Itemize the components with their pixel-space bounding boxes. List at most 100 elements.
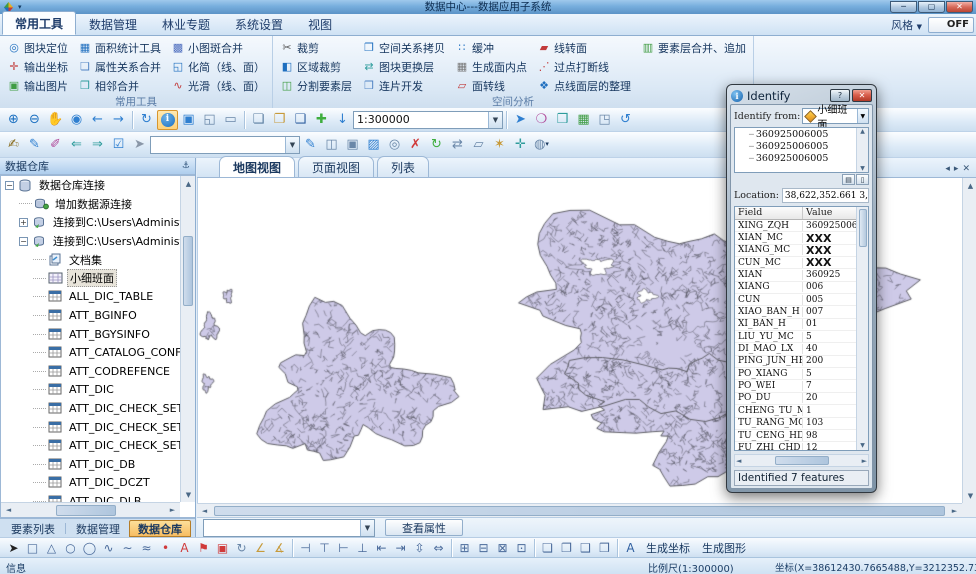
field-value-row[interactable]: TU_CENG_HD98 — [735, 430, 856, 442]
scroll-right-icon[interactable]: ► — [947, 503, 962, 518]
load-data-button[interactable]: ↓ — [332, 110, 353, 130]
table-vertical-scrollbar[interactable]: ▼ — [856, 207, 868, 450]
tree-item-ATT_DIC_DB[interactable]: ATT_DIC_DB — [1, 455, 195, 474]
pause-edit-button[interactable]: ◫ — [321, 135, 342, 155]
map-vertical-scrollbar[interactable]: ▲ ▼ — [962, 178, 976, 503]
panel-tab-数据管理[interactable]: 数据管理 — [67, 520, 129, 537]
field-value-row[interactable]: XIAN360925 — [735, 269, 856, 281]
draw-flag-button[interactable]: ⚑ — [194, 539, 213, 557]
field-value-row[interactable]: XIANG_MCXXX — [735, 245, 856, 257]
btn--[interactable]: ▥要素层合并、追加 — [638, 38, 749, 57]
btn--[interactable]: ✛输出坐标 — [4, 57, 71, 76]
layer-swap-button[interactable]: ▦ — [573, 110, 594, 130]
distribute-vertical-button[interactable]: ⇔ — [429, 539, 448, 557]
tree-item-连接到C-Users-Administrator-I[interactable]: +连接到C:\Users\Administrator\I — [1, 213, 195, 232]
zoom-box-button[interactable]: ▭ — [220, 110, 241, 130]
edit-target-combo[interactable]: ▼ — [150, 136, 300, 154]
draw-ellipse-button[interactable]: ◯ — [80, 539, 99, 557]
tree-item-ALL_DIC_TABLE[interactable]: ALL_DIC_TABLE — [1, 288, 195, 307]
select-pointer-button[interactable]: ➤ — [129, 135, 150, 155]
ribbon-tab-视图[interactable]: 视图 — [296, 13, 344, 35]
tab-close-icon[interactable]: ✕ — [962, 164, 970, 174]
btn--[interactable]: ◱化简（线、面） — [168, 57, 268, 76]
tree-item-数据仓库连接[interactable]: −数据仓库连接 — [1, 176, 195, 195]
center-vertical-button[interactable]: ⇥ — [391, 539, 410, 557]
tree-item-ATT_CODREFENCE[interactable]: ATT_CODREFENCE — [1, 362, 195, 381]
btn--[interactable]: ▰线转面 — [534, 38, 634, 57]
bring-front-button[interactable]: ❏ — [538, 539, 557, 557]
btn--[interactable]: ∿光滑（线、面） — [168, 76, 268, 95]
fit-size-button[interactable]: ⊡ — [512, 539, 531, 557]
select-arrow-button[interactable]: ➤ — [4, 539, 23, 557]
draw-polygon-button[interactable]: △ — [42, 539, 61, 557]
rotate-button[interactable]: ↻ — [232, 539, 251, 557]
scroll-right-icon[interactable]: ► — [862, 457, 867, 465]
move-swap-button[interactable]: ⇄ — [447, 135, 468, 155]
chevron-down-icon[interactable]: ▼ — [857, 109, 868, 123]
query-combo[interactable]: ▼ — [203, 519, 375, 537]
field-value-row[interactable]: XIAO_BAN_H007 — [735, 306, 856, 318]
btn--[interactable]: ▦生成面内点 — [452, 57, 530, 76]
btn--[interactable]: ▦面积统计工具 — [75, 38, 164, 57]
view-tab-列表[interactable]: 列表 — [377, 156, 429, 177]
draw-rect-button[interactable]: □ — [23, 539, 42, 557]
close-button[interactable]: ✕ — [946, 1, 973, 13]
btn--[interactable]: ◧区域裁剪 — [277, 57, 355, 76]
btn--[interactable]: ❐空间关系拷贝 — [359, 38, 448, 57]
select-circle-button[interactable]: ↺ — [615, 110, 636, 130]
tree-item-小细班面[interactable]: 小细班面 — [1, 269, 195, 288]
btn--[interactable]: ▩小图斑合并 — [168, 38, 268, 57]
panel-tab-要素列表[interactable]: 要素列表 — [2, 520, 64, 537]
save-doc-button[interactable]: ❑ — [290, 110, 311, 130]
collapse-icon[interactable]: − — [19, 237, 28, 246]
tab-scroll-right-icon[interactable]: ▸ — [954, 164, 959, 174]
btn--[interactable]: ∷缓冲 — [452, 38, 530, 57]
field-value-row[interactable]: XI_BAN_H01 — [735, 319, 856, 331]
scroll-up-icon[interactable]: ▲ — [963, 178, 976, 193]
send-backward-button[interactable]: ❒ — [595, 539, 614, 557]
refresh-button[interactable]: ↻ — [136, 110, 157, 130]
maximize-button[interactable]: ▢ — [918, 1, 945, 13]
ribbon-tab-林业专题[interactable]: 林业专题 — [150, 13, 222, 35]
list-vertical-scrollbar[interactable]: ▲▼ — [856, 128, 868, 172]
field-value-row[interactable]: LIU_YU_MC5 — [735, 331, 856, 343]
tree-item-增加数据源连接[interactable]: 增加数据源连接 — [1, 195, 195, 214]
pan-button[interactable]: ✋ — [45, 110, 66, 130]
label-a-button[interactable]: A — [621, 539, 640, 557]
field-value-row[interactable]: TU_RANG_MC103 — [735, 418, 856, 430]
generate-shape-button[interactable]: 生成图形 — [696, 539, 752, 557]
ribbon-tab-数据管理[interactable]: 数据管理 — [77, 13, 149, 35]
btn--[interactable]: ⇄图块更换层 — [359, 57, 448, 76]
btn--[interactable]: ▱面转线 — [452, 76, 530, 95]
btn--[interactable]: ⋰过点打断线 — [534, 57, 634, 76]
open-doc-button[interactable]: ❐ — [269, 110, 290, 130]
copy-layer-button[interactable]: ❒ — [552, 110, 573, 130]
btn--[interactable]: ❖点线面层的整理 — [534, 76, 634, 95]
scroll-down-icon[interactable]: ▼ — [963, 488, 976, 503]
tree-item-连接到C-Users-Administrator-[interactable]: −连接到C:\Users\Administrator\ — [1, 232, 195, 251]
identify-button[interactable]: i — [157, 110, 178, 130]
ribbon-tab-常用工具[interactable]: 常用工具 — [2, 11, 76, 35]
view-attributes-button[interactable]: 查看属性 — [385, 519, 463, 536]
undo-button[interactable]: ⇐ — [66, 135, 87, 155]
tree-item-文档集[interactable]: 文档集 — [1, 250, 195, 269]
scroll-right-icon[interactable]: ► — [165, 503, 180, 518]
same-size-button[interactable]: ⊠ — [493, 539, 512, 557]
chevron-down-icon[interactable]: ▼ — [285, 137, 299, 153]
feature-item[interactable]: ─360925006005 — [735, 128, 868, 140]
field-value-row[interactable]: XIAN_MCXXX — [735, 232, 856, 244]
btn--[interactable]: ❏属性关系合并 — [75, 57, 164, 76]
table-horizontal-scrollbar[interactable]: ◄ ► — [734, 454, 869, 467]
tree-item-ATT_DIC_DCZT[interactable]: ATT_DIC_DCZT — [1, 474, 195, 493]
btn--[interactable]: ❒相邻合并 — [75, 76, 164, 95]
field-value-row[interactable]: PING_JUN_HBG200 — [735, 356, 856, 368]
tab-scroll-left-icon[interactable]: ◂ — [945, 164, 950, 174]
reshape-button[interactable]: ▱ — [468, 135, 489, 155]
scroll-left-icon[interactable]: ◄ — [736, 457, 741, 465]
scroll-left-icon[interactable]: ◄ — [1, 503, 16, 518]
btn--[interactable]: ▣输出图片 — [4, 76, 71, 95]
align-top-button[interactable]: ⊤ — [315, 539, 334, 557]
tree-item-ATT_DIC[interactable]: ATT_DIC — [1, 381, 195, 400]
chevron-down-icon[interactable]: ▼ — [360, 520, 374, 536]
feature-item[interactable]: ─360925006005 — [735, 140, 868, 152]
